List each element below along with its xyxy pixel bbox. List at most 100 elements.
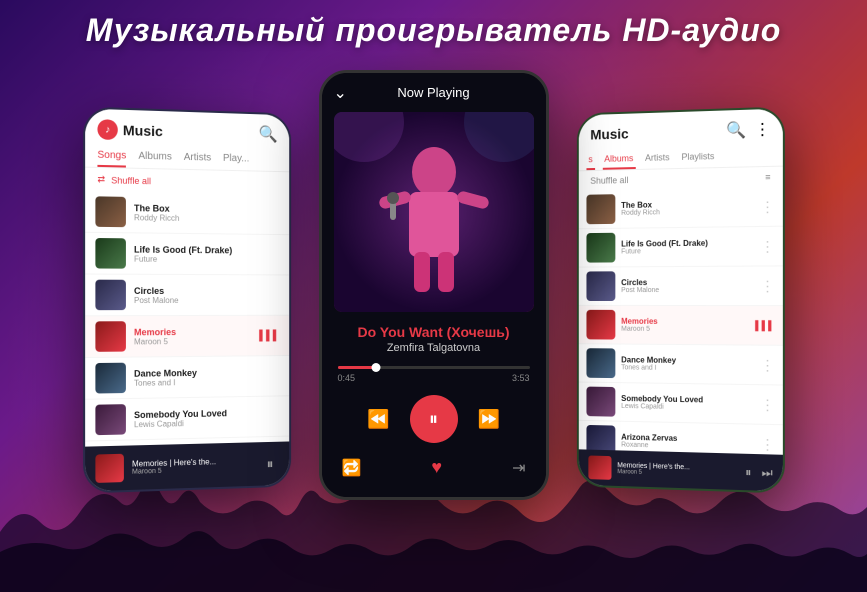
np-time: 0:45 3:53 bbox=[338, 373, 530, 383]
song-artist: Lewis Capaldi bbox=[621, 403, 754, 413]
list-item[interactable]: Life Is Good (Ft. Drake) Future ⋮ bbox=[578, 227, 782, 268]
song-info: Somebody You Loved Lewis Capaldi bbox=[134, 407, 280, 429]
now-playing-thumb bbox=[95, 454, 124, 483]
repeat-icon[interactable]: 🔁 bbox=[342, 458, 362, 478]
more-button[interactable]: ⋮ bbox=[760, 396, 774, 414]
song-info: Dance Monkey Tones and I bbox=[621, 355, 754, 373]
skip-button-right[interactable]: ⏭ bbox=[761, 465, 772, 481]
song-artist: Future bbox=[621, 247, 754, 255]
tab-playlists-right[interactable]: Playlists bbox=[679, 147, 716, 168]
more-button[interactable]: ⋮ bbox=[760, 198, 774, 215]
song-artist: Roddy Ricch bbox=[134, 213, 280, 224]
song-info: Somebody You Loved Lewis Capaldi bbox=[621, 394, 754, 412]
app-name-right: Music bbox=[590, 126, 628, 143]
heart-icon[interactable]: ♥ bbox=[431, 457, 442, 478]
list-item[interactable]: Somebody You Loved Lewis Capaldi bbox=[85, 396, 289, 441]
album-thumb bbox=[586, 387, 615, 417]
album-thumb bbox=[586, 348, 615, 378]
more-icon-right[interactable]: ⋮ bbox=[754, 119, 770, 140]
music-logo-left: ♪ Music bbox=[97, 119, 162, 141]
song-artist: Maroon 5 bbox=[134, 336, 251, 346]
search-icon-right[interactable]: 🔍 bbox=[726, 120, 746, 141]
more-button[interactable]: ⋮ bbox=[760, 277, 774, 294]
app-name-left: Music bbox=[122, 122, 162, 139]
list-item[interactable]: Circles Post Malone ⋮ bbox=[578, 266, 782, 306]
pause-button-center[interactable]: ⏸ bbox=[410, 395, 458, 443]
list-item[interactable]: Dance Monkey Tones and I bbox=[85, 356, 289, 400]
music-logo-icon: ♪ bbox=[97, 119, 117, 140]
album-thumb bbox=[95, 363, 126, 394]
progress-fill bbox=[338, 366, 376, 369]
pause-button[interactable]: ⏸ bbox=[260, 454, 279, 474]
album-art-svg bbox=[334, 112, 534, 312]
music-header-left: ♪ Music 🔍 bbox=[85, 109, 289, 151]
list-item[interactable]: Life Is Good (Ft. Drake) Future bbox=[85, 233, 289, 276]
tab-artists-right[interactable]: Artists bbox=[643, 148, 672, 169]
album-thumb bbox=[95, 238, 126, 269]
time-total: 3:53 bbox=[512, 373, 530, 383]
song-artist: Tones and I bbox=[134, 376, 280, 387]
song-info: Circles Post Malone bbox=[134, 285, 280, 304]
phone-center: ⌄ Now Playing bbox=[319, 70, 549, 500]
album-thumb bbox=[586, 233, 615, 263]
sort-icon-right[interactable]: ≡ bbox=[765, 172, 770, 182]
page-title: Музыкальный проигрыватель HD-аудио bbox=[0, 12, 867, 49]
shuffle-label-left: Shuffle all bbox=[111, 175, 151, 186]
np-song-artist: Zemfira Talgatovna bbox=[322, 342, 546, 362]
queue-icon[interactable]: ⇥ bbox=[512, 458, 525, 478]
list-item[interactable]: Dance Monkey Tones and I ⋮ bbox=[578, 344, 782, 385]
forward-button[interactable]: ⏩ bbox=[478, 409, 500, 430]
album-thumb bbox=[95, 196, 126, 227]
np-bottom-controls: 🔁 ♥ ⇥ bbox=[322, 451, 546, 488]
chevron-down-icon[interactable]: ⌄ bbox=[334, 83, 347, 103]
album-thumb bbox=[95, 321, 126, 352]
phone-right: Music 🔍 ⋮ s Albums Artists Playlists Shu… bbox=[576, 106, 784, 493]
np-progress: 0:45 3:53 bbox=[322, 362, 546, 387]
search-icon-left[interactable]: 🔍 bbox=[258, 124, 277, 144]
album-thumb bbox=[586, 271, 615, 301]
more-button[interactable]: ⋮ bbox=[760, 356, 774, 373]
now-playing-bar-left[interactable]: Memories | Here's the... Maroon 5 ⏸ bbox=[85, 441, 289, 491]
song-info: The Box Roddy Ricch bbox=[621, 199, 754, 217]
song-title: Circles bbox=[621, 278, 754, 287]
tab-songs[interactable]: Songs bbox=[97, 146, 126, 168]
more-button[interactable]: ⋮ bbox=[760, 435, 774, 453]
list-item[interactable]: Somebody You Loved Lewis Capaldi ⋮ bbox=[578, 383, 782, 426]
song-info: Memories Maroon 5 bbox=[621, 317, 749, 334]
song-title: Life Is Good (Ft. Drake) bbox=[134, 244, 280, 255]
now-playing-info: Memories | Here's the... Maroon 5 bbox=[131, 456, 252, 476]
shuffle-label-right: Shuffle all bbox=[590, 175, 628, 186]
song-info: The Box Roddy Ricch bbox=[134, 203, 280, 224]
rewind-button[interactable]: ⏪ bbox=[367, 409, 389, 430]
song-artist: Post Malone bbox=[621, 287, 754, 294]
song-info: Life Is Good (Ft. Drake) Future bbox=[621, 238, 754, 255]
song-info: Life Is Good (Ft. Drake) Future bbox=[134, 244, 280, 264]
list-item[interactable]: The Box Roddy Ricch bbox=[85, 191, 289, 235]
tab-songs-right[interactable]: s bbox=[586, 150, 594, 170]
equalizer-icon-right: ▌▌▌ bbox=[755, 320, 775, 330]
song-artist: Future bbox=[134, 254, 280, 264]
pause-button-right[interactable]: ⏸ bbox=[745, 464, 751, 479]
list-item[interactable]: Circles Post Malone bbox=[85, 275, 289, 317]
list-item[interactable]: The Box Roddy Ricch ⋮ bbox=[578, 187, 782, 229]
more-button[interactable]: ⋮ bbox=[760, 237, 774, 254]
music-app-left: ♪ Music 🔍 Songs Albums Artists Play... ⇄ bbox=[85, 109, 289, 492]
tab-playlists[interactable]: Play... bbox=[222, 149, 248, 170]
list-item-active[interactable]: Memories Maroon 5 ▌▌▌ bbox=[85, 316, 289, 358]
list-item-active[interactable]: Memories Maroon 5 ▌▌▌ bbox=[578, 306, 782, 346]
tab-albums[interactable]: Albums bbox=[138, 147, 171, 169]
progress-dot bbox=[371, 363, 380, 372]
now-playing-app: ⌄ Now Playing bbox=[322, 73, 546, 497]
now-playing-bar-right[interactable]: Memories | Here's the... Maroon 5 ⏸ ⏭ bbox=[578, 449, 782, 491]
tab-artists[interactable]: Artists bbox=[183, 148, 210, 170]
tab-albums-right[interactable]: Albums bbox=[602, 149, 635, 170]
progress-bar[interactable] bbox=[338, 366, 530, 369]
song-info: Dance Monkey Tones and I bbox=[134, 366, 280, 387]
album-thumb bbox=[586, 194, 615, 224]
time-current: 0:45 bbox=[338, 373, 356, 383]
song-list-left: The Box Roddy Ricch Life Is Good (Ft. Dr… bbox=[85, 191, 289, 447]
song-artist: Tones and I bbox=[621, 364, 754, 373]
np-header: ⌄ Now Playing bbox=[322, 73, 546, 112]
song-info: Circles Post Malone bbox=[621, 278, 754, 294]
now-playing-thumb-right bbox=[588, 455, 611, 479]
